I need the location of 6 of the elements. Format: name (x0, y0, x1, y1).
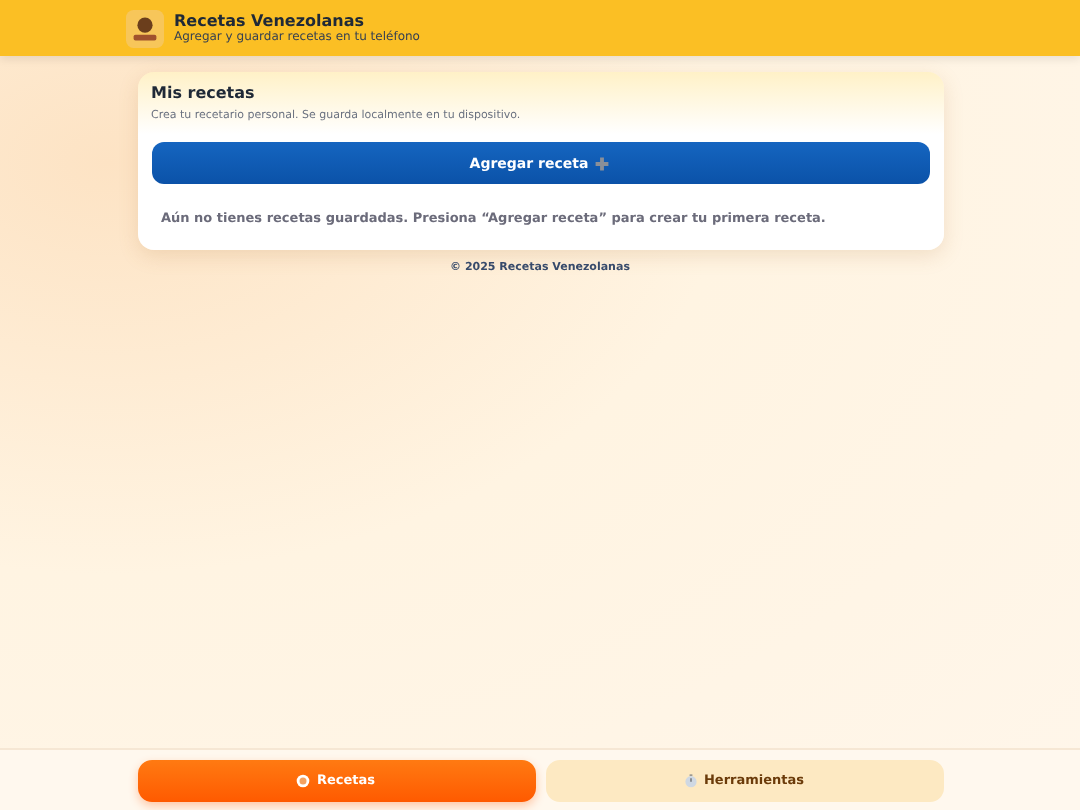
card-title: Mis recetas (151, 84, 257, 102)
timer-icon (683, 773, 698, 787)
app-title: Recetas Venezolanas (174, 12, 366, 30)
plate-icon (296, 773, 311, 787)
plus-icon (594, 155, 611, 171)
logo-icon (126, 9, 164, 47)
